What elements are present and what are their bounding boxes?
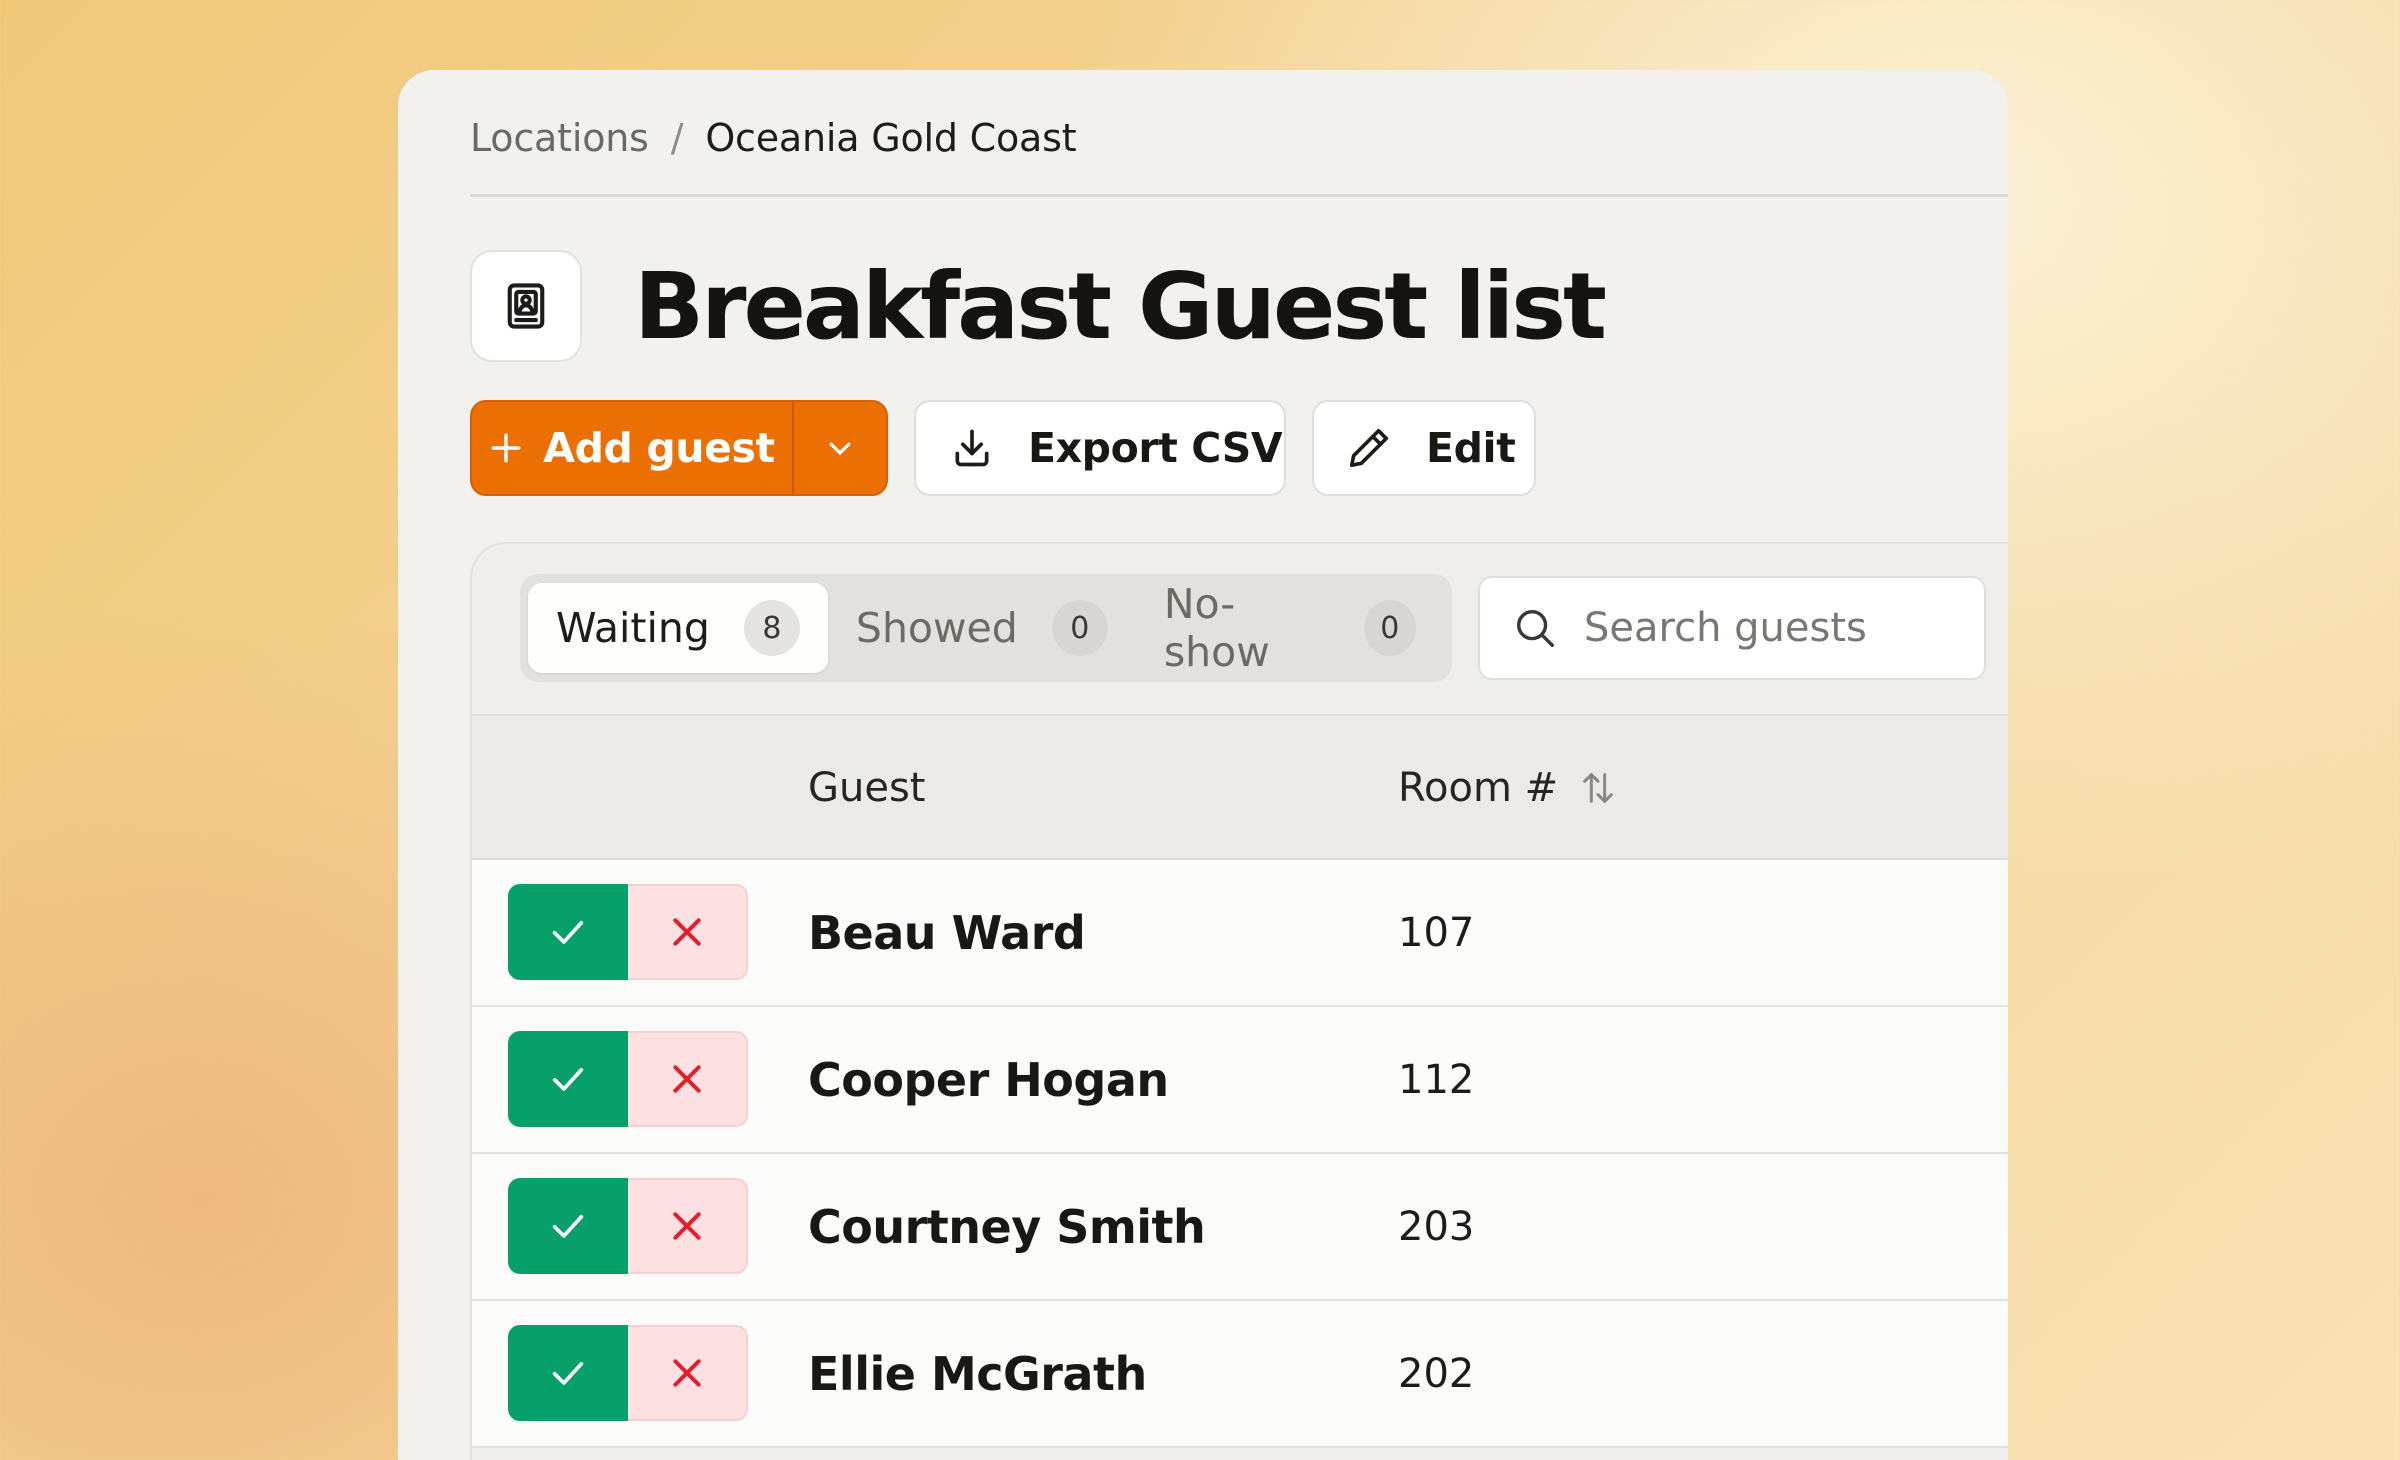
column-header-guest: Guest — [808, 765, 926, 811]
search-box — [1478, 576, 1986, 680]
guest-name: Courtney Smith — [808, 1199, 1206, 1254]
mark-showed-button[interactable] — [508, 1178, 628, 1274]
row-actions — [508, 1031, 748, 1127]
pencil-icon — [1346, 425, 1392, 471]
table-header: Guest Room # — [472, 716, 2008, 860]
tab-no-show[interactable]: No-show 0 — [1136, 580, 1444, 676]
mark-showed-button[interactable] — [508, 1325, 628, 1421]
close-icon — [667, 1353, 707, 1393]
mark-no-show-button[interactable] — [628, 884, 748, 980]
guest-table-panel: Waiting 8 Showed 0 No-show 0 Search gues… — [470, 542, 2008, 1460]
breadcrumb-current: Oceania Gold Coast — [705, 116, 1077, 160]
room-number: 112 — [1398, 1056, 1475, 1103]
edit-label: Edit — [1426, 424, 1516, 472]
title-row: Breakfast Guest list — [470, 250, 1607, 362]
column-header-room-label: Room # — [1398, 765, 1559, 811]
guest-list-window: Locations / Oceania Gold Coast Breakfast… — [398, 70, 2008, 1460]
close-icon — [667, 1059, 707, 1099]
add-guest-split-button: Add guest — [470, 400, 888, 496]
action-bar: Add guest Export CSV Edit — [470, 400, 1536, 496]
tab-label: Waiting — [556, 604, 710, 652]
tab-count-badge: 8 — [743, 600, 800, 656]
guest-name: Beau Ward — [808, 905, 1086, 960]
guest-name: Cooper Hogan — [808, 1052, 1169, 1107]
breadcrumb-locations-link[interactable]: Locations — [470, 116, 649, 160]
breadcrumb-separator: / — [670, 116, 684, 160]
check-icon — [548, 1059, 588, 1099]
table-row: Courtney Smith 203 — [472, 1154, 2008, 1301]
add-guest-label: Add guest — [543, 424, 775, 472]
search-icon — [1512, 605, 1558, 651]
add-guest-button[interactable]: Add guest — [472, 402, 792, 494]
mark-no-show-button[interactable] — [628, 1178, 748, 1274]
chevron-down-icon — [825, 433, 855, 463]
tab-label: Showed — [855, 604, 1018, 652]
page-title: Breakfast Guest list — [634, 252, 1607, 360]
row-actions — [508, 884, 748, 980]
room-number: 203 — [1398, 1203, 1475, 1250]
add-guest-dropdown-toggle[interactable] — [792, 402, 886, 494]
edit-button[interactable]: Edit — [1312, 400, 1536, 496]
room-number: 107 — [1398, 909, 1475, 956]
export-csv-button[interactable]: Export CSV — [914, 400, 1286, 496]
breadcrumb: Locations / Oceania Gold Coast — [470, 106, 1077, 170]
column-header-room[interactable]: Room # — [1398, 716, 1618, 860]
guest-name: Ellie McGrath — [808, 1346, 1147, 1401]
table-row: Ellie McGrath 202 — [472, 1301, 2008, 1448]
tab-count-badge: 0 — [1051, 600, 1108, 656]
table-body: Beau Ward 107 Cooper Hogan 112 Courtney … — [472, 860, 2008, 1448]
close-icon — [667, 1206, 707, 1246]
table-toolbar: Waiting 8 Showed 0 No-show 0 — [472, 544, 2008, 716]
sort-icon[interactable] — [1578, 768, 1618, 808]
search-input[interactable] — [1584, 605, 1964, 651]
tab-waiting[interactable]: Waiting 8 — [528, 583, 828, 673]
check-icon — [548, 1353, 588, 1393]
mark-no-show-button[interactable] — [628, 1325, 748, 1421]
row-actions — [508, 1178, 748, 1274]
export-csv-label: Export CSV — [1028, 424, 1283, 472]
status-tabs: Waiting 8 Showed 0 No-show 0 — [520, 574, 1452, 682]
plus-icon — [489, 431, 523, 465]
table-row: Cooper Hogan 112 — [472, 1007, 2008, 1154]
table-row: Beau Ward 107 — [472, 860, 2008, 1007]
room-number: 202 — [1398, 1350, 1475, 1397]
download-icon — [950, 426, 994, 470]
mark-showed-button[interactable] — [508, 884, 628, 980]
check-icon — [548, 912, 588, 952]
tab-showed[interactable]: Showed 0 — [828, 583, 1136, 673]
tab-count-badge: 0 — [1363, 600, 1416, 656]
tab-label: No-show — [1163, 580, 1270, 676]
check-icon — [548, 1206, 588, 1246]
close-icon — [667, 912, 707, 952]
header-divider — [470, 194, 2008, 197]
row-actions — [508, 1325, 748, 1421]
mark-showed-button[interactable] — [508, 1031, 628, 1127]
mark-no-show-button[interactable] — [628, 1031, 748, 1127]
contact-book-icon — [470, 250, 582, 362]
